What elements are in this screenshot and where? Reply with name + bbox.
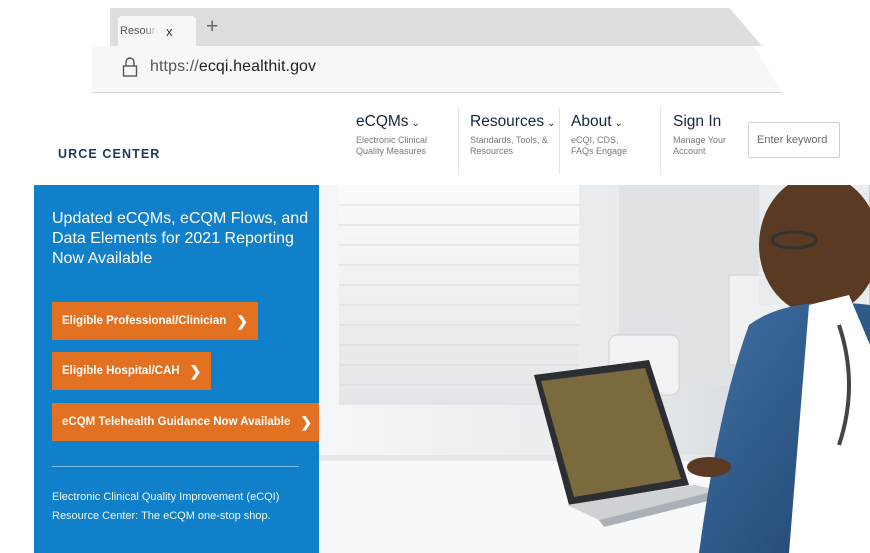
- nav-resources-subtitle: Standards, Tools, & Resources: [470, 135, 548, 156]
- nav-about-label: About: [571, 113, 612, 130]
- nav-about[interactable]: About ⌄ eCQI, CDS, FAQs Engage: [571, 113, 641, 157]
- eligible-hospital-button[interactable]: Eligible Hospital/CAH ❯: [52, 352, 212, 390]
- nav-resources-label: Resources: [470, 113, 545, 130]
- hero-description: Electronic Clinical Quality Improvement …: [52, 491, 280, 522]
- chevron-right-icon: ❯: [189, 362, 202, 379]
- url-host: ecqi.healthit.gov: [198, 58, 317, 75]
- nav-sign-in-subtitle: Manage Your Account: [673, 135, 727, 156]
- nav-about-subtitle: eCQI, CDS, FAQs Engage: [571, 135, 628, 156]
- plus-icon[interactable]: +: [206, 15, 218, 39]
- url-scheme: https://: [150, 58, 199, 75]
- nav-divider: [458, 108, 459, 174]
- lock-icon: [122, 57, 138, 77]
- hero-image: [319, 185, 870, 553]
- hero-divider: [52, 466, 299, 467]
- browser-tab[interactable]: Resource Center x: [118, 16, 196, 46]
- chevron-right-icon: ❯: [236, 312, 248, 329]
- chevron-right-icon: ❯: [300, 413, 313, 430]
- url-text[interactable]: https://ecqi.healthit.gov: [150, 58, 316, 76]
- nav-ecqms-label: eCQMs: [356, 113, 409, 130]
- nav-resources[interactable]: Resources ⌄ Standards, Tools, & Resources: [470, 113, 555, 157]
- nav-ecqms-subtitle: Electronic Clinical Quality Measures: [356, 135, 428, 156]
- search-input[interactable]: [748, 122, 840, 158]
- nav-divider: [660, 108, 661, 174]
- chevron-down-icon: ⌄: [547, 117, 556, 129]
- eligible-professional-button[interactable]: Eligible Professional/Clinician ❯: [52, 302, 258, 340]
- nav-sign-in-label: Sign In: [673, 113, 722, 130]
- telehealth-guidance-button[interactable]: eCQM Telehealth Guidance Now Available ❯: [52, 403, 323, 441]
- nav-divider: [559, 108, 560, 174]
- nav-sign-in[interactable]: Sign In Manage Your Account: [673, 113, 729, 157]
- nav-ecqms[interactable]: eCQMs ⌄ Electronic Clinical Quality Measu…: [356, 113, 434, 157]
- hero-headline: Updated eCQMs, eCQM Flows, and Data Elem…: [52, 210, 309, 267]
- chevron-down-icon: ⌄: [411, 117, 420, 129]
- button-label: Eligible Hospital/CAH: [62, 365, 180, 377]
- tab-title: Resource Center: [120, 25, 158, 37]
- close-icon[interactable]: x: [166, 24, 173, 39]
- site-logo[interactable]: URCE CENTER: [58, 147, 160, 161]
- chevron-down-icon: ⌄: [614, 117, 623, 129]
- button-label: Eligible Professional/Clinician: [62, 315, 227, 327]
- button-label: eCQM Telehealth Guidance Now Available: [62, 416, 291, 428]
